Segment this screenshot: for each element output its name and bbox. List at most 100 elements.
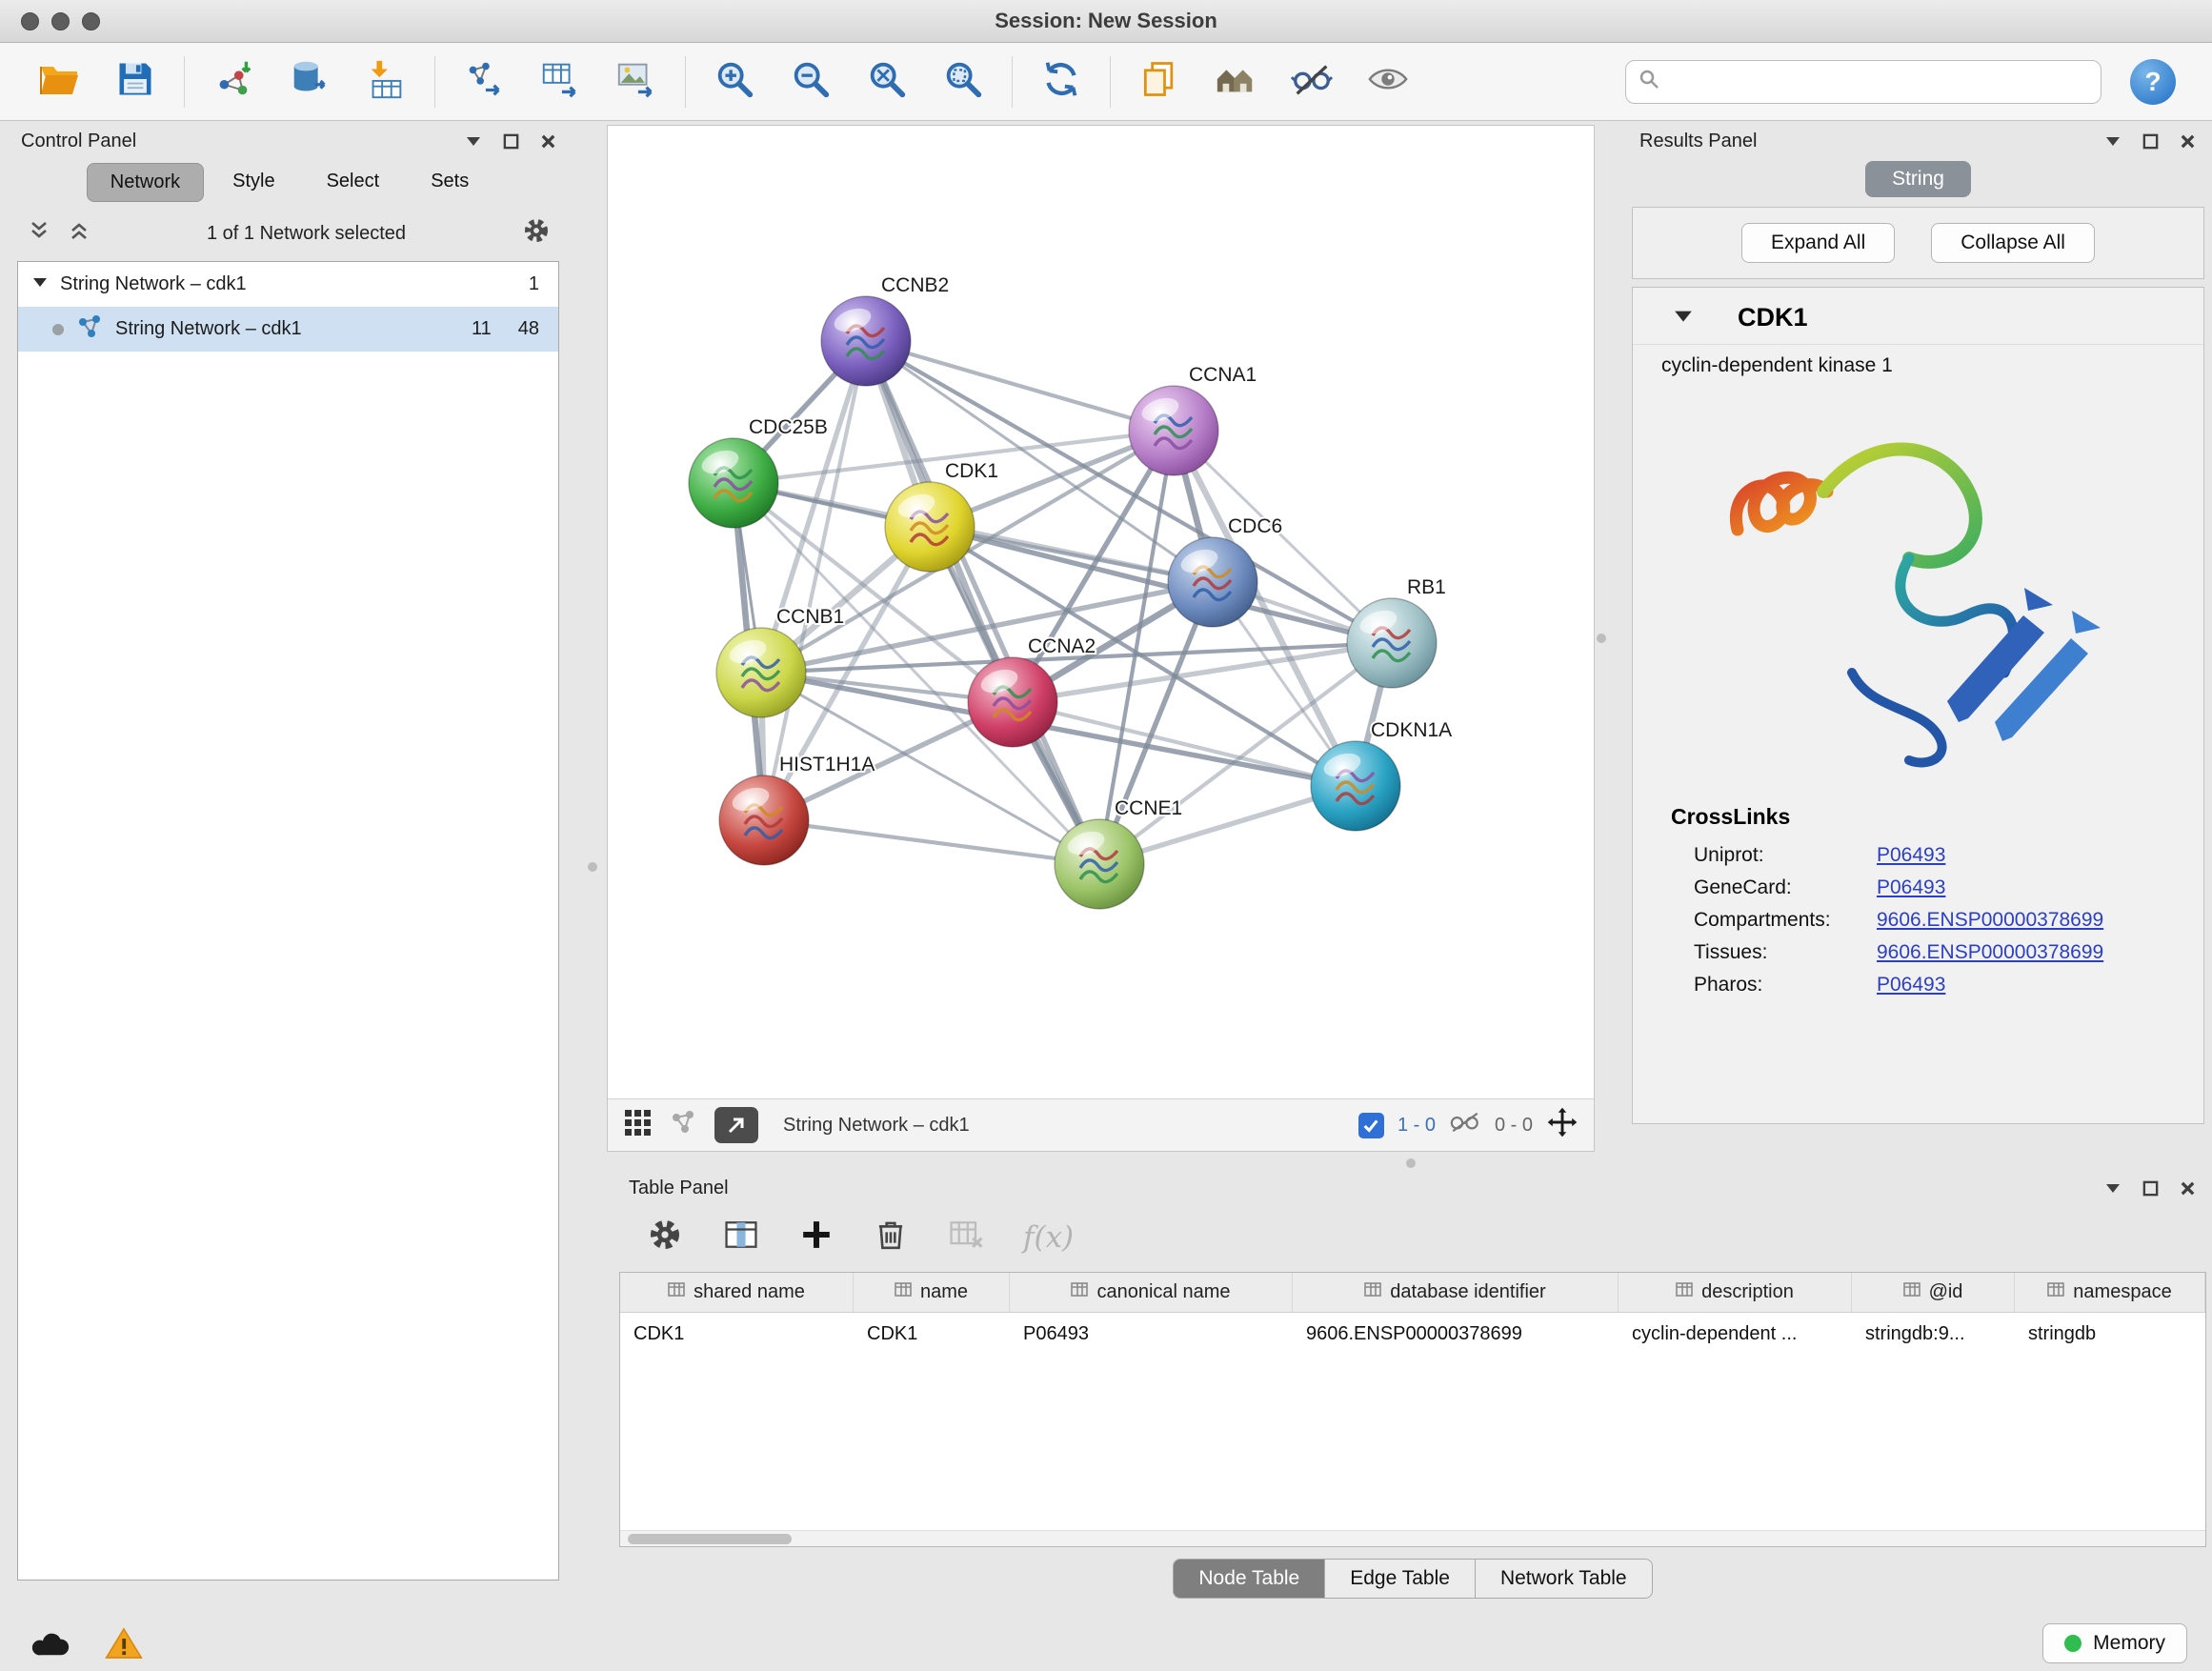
open-session-button[interactable]: [23, 50, 95, 113]
import-network-from-database-button[interactable]: [273, 50, 346, 113]
import-table-from-file-button[interactable]: [350, 50, 422, 113]
refresh-button[interactable]: [1025, 50, 1097, 113]
tree-caret-icon[interactable]: [31, 273, 49, 296]
panel-float-icon[interactable]: [2142, 132, 2160, 151]
tab-sets[interactable]: Sets: [408, 163, 492, 202]
bottom-splitter-handle[interactable]: [1406, 1158, 1416, 1168]
cloud-icon[interactable]: [25, 1622, 74, 1664]
warning-icon[interactable]: [99, 1622, 149, 1664]
pan-crosshair-icon[interactable]: [1546, 1106, 1579, 1144]
network-edge[interactable]: [764, 820, 1099, 864]
network-node-ccne1[interactable]: [1055, 819, 1144, 909]
right-splitter-handle[interactable]: [1597, 634, 1606, 643]
zoom-selected-button[interactable]: [927, 50, 999, 113]
import-network-from-file-button[interactable]: [197, 50, 270, 113]
crosslink-tissues-link[interactable]: 9606.ENSP00000378699: [1877, 941, 2103, 964]
column-header-description[interactable]: description: [1619, 1273, 1852, 1312]
hidden-glasses-icon[interactable]: [1449, 1110, 1481, 1140]
crosslink-pharos-link[interactable]: P06493: [1877, 974, 1945, 997]
hide-glasses-button[interactable]: [1276, 50, 1348, 113]
add-row-plus-icon[interactable]: [798, 1217, 835, 1258]
panel-float-icon[interactable]: [502, 132, 520, 151]
expand-all-icon[interactable]: [67, 218, 91, 249]
search-input[interactable]: [1670, 70, 2089, 92]
network-node-rb1[interactable]: [1347, 598, 1437, 688]
crosslink-genecard-link[interactable]: P06493: [1877, 876, 1945, 899]
panel-menu-caret-icon[interactable]: [2103, 131, 2122, 151]
traffic-lights: [21, 12, 100, 30]
expand-all-button[interactable]: Expand All: [1741, 223, 1895, 263]
scrollbar-thumb[interactable]: [628, 1534, 792, 1544]
export-network-button[interactable]: [448, 50, 520, 113]
home-button[interactable]: [1199, 50, 1272, 113]
tab-node-table[interactable]: Node Table: [1173, 1559, 1325, 1599]
save-session-button[interactable]: [99, 50, 171, 113]
network-node-cdc25b[interactable]: [689, 438, 778, 528]
show-eye-button[interactable]: [1352, 50, 1424, 113]
clone-network-button[interactable]: [1123, 50, 1196, 113]
tab-string[interactable]: String: [1865, 161, 1971, 197]
network-node-ccnb1[interactable]: [716, 628, 806, 717]
tab-network-table[interactable]: Network Table: [1476, 1559, 1653, 1599]
zoom-out-button[interactable]: [774, 50, 847, 113]
tab-network[interactable]: Network: [87, 163, 204, 202]
grid-view-icon[interactable]: [623, 1108, 652, 1142]
network-edge[interactable]: [866, 341, 1099, 864]
zoom-window-button[interactable]: [82, 12, 100, 30]
export-table-button[interactable]: [524, 50, 596, 113]
tab-select[interactable]: Select: [304, 163, 403, 202]
add-column-icon[interactable]: [722, 1216, 760, 1258]
network-node-ccnb2[interactable]: [821, 296, 911, 386]
column-header-database-identifier[interactable]: database identifier: [1293, 1273, 1619, 1312]
network-node-cdkn1a[interactable]: [1311, 741, 1400, 831]
collapse-all-button[interactable]: Collapse All: [1931, 223, 2095, 263]
export-image-button[interactable]: [600, 50, 673, 113]
selected-checkbox[interactable]: [1358, 1113, 1384, 1138]
network-node-cdk1[interactable]: [885, 482, 975, 572]
network-edge[interactable]: [866, 341, 1174, 431]
node-label-ccna1: CCNA1: [1189, 364, 1257, 386]
gear-icon[interactable]: [521, 215, 552, 252]
network-graph[interactable]: CCNB2CCNA1CDC25BCDK1CDC6RB1CCNB1CCNA2CDK…: [608, 126, 1594, 1098]
collapse-caret-icon[interactable]: [1673, 305, 1694, 331]
network-node-hist1h1a[interactable]: [719, 775, 809, 865]
network-edge[interactable]: [764, 341, 866, 820]
column-header-name[interactable]: name: [854, 1273, 1010, 1312]
column-header-shared-name[interactable]: shared name: [620, 1273, 854, 1312]
network-node-ccna2[interactable]: [968, 657, 1057, 747]
network-row[interactable]: String Network – cdk1 11 48: [18, 307, 558, 352]
tab-edge-table[interactable]: Edge Table: [1325, 1559, 1476, 1599]
column-header-namespace[interactable]: namespace: [2015, 1273, 2205, 1312]
panel-menu-caret-icon[interactable]: [464, 131, 483, 151]
panel-close-icon[interactable]: [2179, 132, 2197, 151]
crosslink-uniprot-link[interactable]: P06493: [1877, 844, 1945, 867]
memory-button[interactable]: Memory: [2042, 1623, 2187, 1663]
network-node-cdc6[interactable]: [1168, 537, 1257, 627]
table-settings-gear-icon[interactable]: [646, 1216, 684, 1258]
collapse-all-icon[interactable]: [27, 218, 51, 249]
minimize-window-button[interactable]: [51, 12, 70, 30]
open-in-browser-button[interactable]: [714, 1107, 758, 1143]
network-canvas[interactable]: CCNB2CCNA1CDC25BCDK1CDC6RB1CCNB1CCNA2CDK…: [608, 126, 1594, 1098]
tab-style[interactable]: Style: [210, 163, 297, 202]
left-splitter-handle[interactable]: [588, 862, 597, 872]
search-box[interactable]: [1625, 60, 2101, 104]
protein-header[interactable]: CDK1: [1633, 288, 2203, 345]
delete-trash-icon[interactable]: [873, 1217, 909, 1258]
panel-menu-caret-icon[interactable]: [2103, 1178, 2122, 1198]
close-window-button[interactable]: [21, 12, 39, 30]
panel-close-icon[interactable]: [539, 132, 557, 151]
share-network-icon[interactable]: [669, 1108, 697, 1142]
column-header-canonical-name[interactable]: canonical name: [1010, 1273, 1293, 1312]
table-row[interactable]: CDK1CDK1P064939606.ENSP00000378699cyclin…: [620, 1313, 2205, 1355]
network-collection-row[interactable]: String Network – cdk1 1: [18, 262, 558, 307]
crosslink-compartments-link[interactable]: 9606.ENSP00000378699: [1877, 909, 2103, 932]
zoom-fit-button[interactable]: [851, 50, 923, 113]
panel-close-icon[interactable]: [2179, 1179, 2197, 1198]
table-horizontal-scrollbar[interactable]: [620, 1530, 2205, 1546]
column-header-id[interactable]: @id: [1852, 1273, 2015, 1312]
help-button[interactable]: ?: [2130, 59, 2176, 105]
zoom-in-button[interactable]: [698, 50, 771, 113]
network-node-ccna1[interactable]: [1129, 386, 1218, 475]
panel-float-icon[interactable]: [2142, 1179, 2160, 1198]
